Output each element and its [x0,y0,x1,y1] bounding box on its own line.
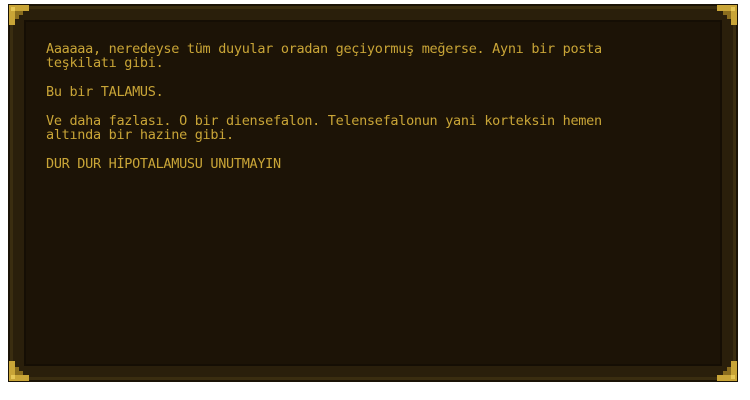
corner-ornament-top-right [703,5,737,39]
corner-ornament-top-left [9,5,43,39]
corner-ornament-bottom-left [9,347,43,381]
dialog-text: Aaaaaa, neredeyse tüm duyular oradan geç… [46,42,686,186]
dialog-paragraph: Ve daha fazlası. O bir diensefalon. Tele… [46,113,602,143]
dialog-paragraph: Aaaaaa, neredeyse tüm duyular oradan geç… [46,41,602,71]
dialog-paragraph: DUR DUR HİPOTALAMUSU UNUTMAYIN [46,156,281,172]
dialog-paragraph: Bu bir TALAMUS. [46,84,164,100]
corner-ornament-bottom-right [703,347,737,381]
